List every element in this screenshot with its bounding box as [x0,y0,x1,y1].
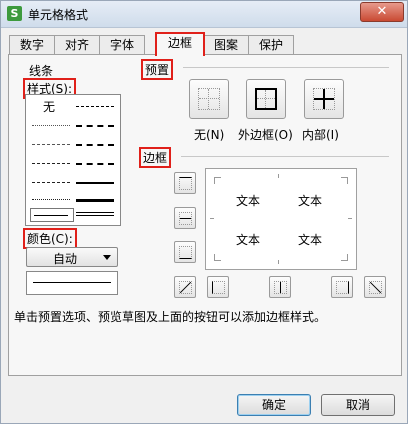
preview-text-top-left: 文本 [236,194,261,208]
tab-pattern[interactable]: 图案 [203,35,249,54]
line-style-thick[interactable] [76,199,114,202]
preview-text-bottom-left: 文本 [236,233,261,247]
title-bar: S 单元格格式 ✕ [1,1,407,28]
line-style-dash-dot-dot[interactable] [32,163,70,164]
line-style-list[interactable]: 无 [25,94,121,226]
border-inside-horizontal-button[interactable] [174,207,196,229]
color-preview [26,271,118,295]
color-label: 颜色(C): [23,228,77,249]
diagonal-down-icon [369,281,382,294]
border-group-title: 边框 [139,147,172,168]
line-style-medium[interactable] [76,182,114,184]
preset-inside-button[interactable] [304,79,344,119]
border-bottom-button[interactable] [174,241,196,263]
diagonal-up-icon [179,281,192,294]
preset-inside-label: 内部(I) [302,128,339,142]
border-right-icon [336,281,349,294]
close-button[interactable]: ✕ [360,2,404,22]
preset-inside-icon [313,88,335,110]
dialog-window: S 单元格格式 ✕ 数字 对齐 字体 边框 图案 保护 线条 样式(S): 无 … [0,0,408,424]
tab-protection[interactable]: 保护 [248,35,294,54]
border-top-icon [179,177,192,190]
app-icon: S [7,6,22,21]
line-style-dotted[interactable] [32,125,70,126]
line-style-medium-dash-dot[interactable] [76,125,114,127]
tab-alignment[interactable]: 对齐 [54,35,100,54]
preset-none-icon [198,88,220,110]
ok-button[interactable]: 确定 [237,394,311,416]
tab-number[interactable]: 数字 [9,35,55,54]
line-style-fine-dash[interactable] [32,144,70,145]
chevron-down-icon [103,255,111,260]
line-style-double[interactable] [76,212,114,216]
border-left-button[interactable] [207,276,229,298]
line-style-dot-dash[interactable] [32,199,70,200]
color-select[interactable]: 自动 [26,247,118,267]
line-style-thin[interactable] [34,215,68,216]
hint-text: 单击预置选项、预览草图及上面的按钮可以添加边框样式。 [14,310,327,324]
border-inside-vertical-button[interactable] [269,276,291,298]
preset-outline-icon [255,88,277,110]
line-style-medium-dash[interactable] [76,144,114,146]
preset-divider [183,67,389,68]
border-right-button[interactable] [331,276,353,298]
border-divider [181,156,389,157]
border-inside-horizontal-icon [179,212,192,225]
preview-text-top-right: 文本 [298,194,323,208]
cancel-button[interactable]: 取消 [321,394,395,416]
preset-group-title: 预置 [141,59,174,80]
border-left-icon [212,281,225,294]
preset-outline-label: 外边框(O) [238,128,293,142]
border-diagonal-down-button[interactable] [364,276,386,298]
line-style-slant-dash[interactable] [76,163,114,165]
line-style-none[interactable]: 无 [43,98,55,115]
preview-text-bottom-right: 文本 [298,233,323,247]
line-style-medium-dash-dot-dot[interactable] [76,106,114,107]
border-inside-vertical-icon [274,281,287,294]
border-diagonal-up-button[interactable] [174,276,196,298]
border-preview[interactable]: 文本 文本 文本 文本 [205,168,357,270]
preset-outline-button[interactable] [246,79,286,119]
preset-none-label: 无(N) [194,128,225,142]
border-bottom-icon [179,246,192,259]
border-top-button[interactable] [174,172,196,194]
line-style-dash-dot[interactable] [32,182,70,183]
color-select-value: 自动 [53,252,78,266]
line-group-title: 线条 [29,64,54,78]
tab-font[interactable]: 字体 [99,35,145,54]
tab-border[interactable]: 边框 [155,32,205,56]
dialog-title: 单元格格式 [28,8,89,22]
preset-none-button[interactable] [189,79,229,119]
